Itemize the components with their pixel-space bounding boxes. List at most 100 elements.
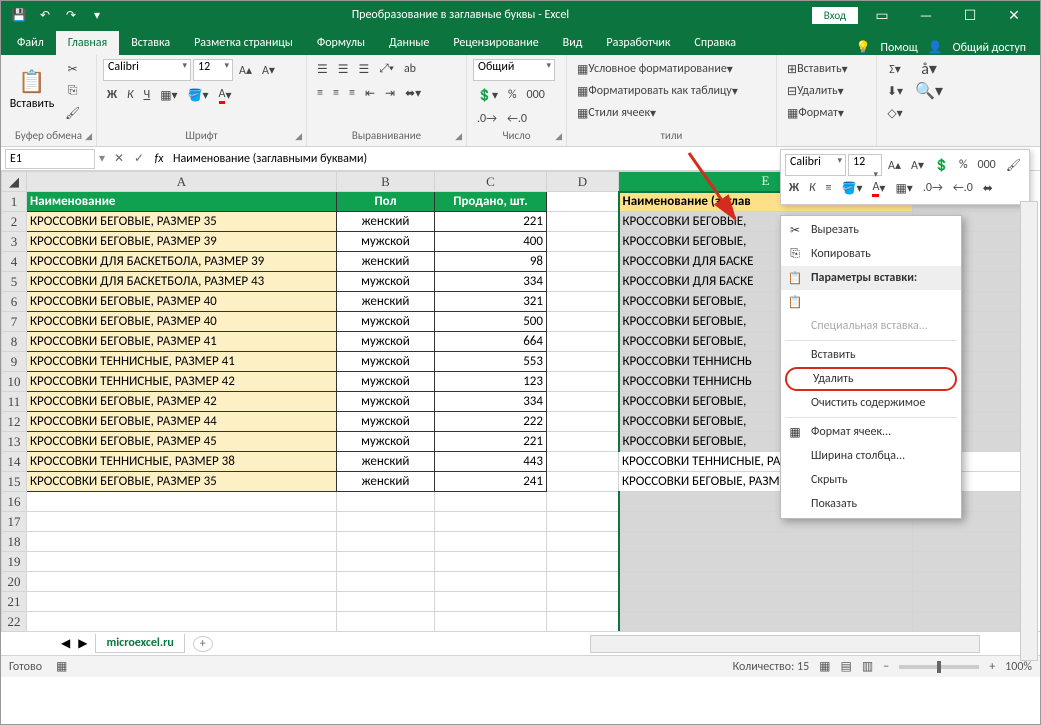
cell[interactable]: женский: [337, 452, 435, 472]
find-icon[interactable]: 🔍▾: [911, 81, 947, 101]
cell[interactable]: мужской: [337, 432, 435, 452]
cell[interactable]: [913, 532, 1023, 552]
enter-formula-icon[interactable]: ✓: [129, 151, 149, 166]
sort-filter-icon[interactable]: å▾: [911, 59, 947, 79]
cell[interactable]: Пол: [337, 192, 435, 212]
orientation-icon[interactable]: ⤢▾: [375, 59, 398, 79]
cell[interactable]: Продано, шт.: [435, 192, 547, 212]
col-header-d[interactable]: D: [547, 172, 619, 192]
mini-grow-icon[interactable]: A▴: [884, 155, 905, 175]
view-normal-icon[interactable]: ▦: [819, 659, 830, 674]
cell[interactable]: 221: [435, 432, 547, 452]
row-header[interactable]: 9: [2, 352, 27, 372]
cell[interactable]: женский: [337, 252, 435, 272]
row-header[interactable]: 17: [2, 512, 27, 532]
row-header[interactable]: 22: [2, 612, 27, 632]
cell[interactable]: [547, 512, 619, 532]
cell[interactable]: КРОССОВКИ БЕГОВЫЕ, РАЗМЕР 40: [27, 292, 337, 312]
font-color-icon[interactable]: A▾: [215, 85, 236, 105]
tab-data[interactable]: Данные: [377, 31, 441, 55]
row-header[interactable]: 18: [2, 532, 27, 552]
share-icon[interactable]: 👤: [928, 40, 943, 55]
ctx-col-width[interactable]: Ширина столбца...: [781, 444, 961, 468]
cell[interactable]: [27, 532, 337, 552]
cell[interactable]: КРОССОВКИ ТЕННИСНЫЕ, РАЗМЕР 41: [27, 352, 337, 372]
row-header[interactable]: 3: [2, 232, 27, 252]
insert-cells-button[interactable]: ⊞ Вставить▾: [783, 59, 852, 79]
cell[interactable]: [547, 252, 619, 272]
cell[interactable]: [27, 512, 337, 532]
align-bottom-icon[interactable]: ☰: [355, 59, 374, 79]
mini-align-icon[interactable]: ≡: [822, 178, 836, 198]
zoom-in-icon[interactable]: +: [989, 660, 995, 674]
cell[interactable]: 664: [435, 332, 547, 352]
cell[interactable]: 500: [435, 312, 547, 332]
cell[interactable]: [435, 492, 547, 512]
format-cells-button[interactable]: ▦ Формат▾: [783, 103, 848, 123]
row-header[interactable]: 15: [2, 472, 27, 492]
cell[interactable]: мужской: [337, 412, 435, 432]
cell[interactable]: [913, 572, 1023, 592]
mini-bold-button[interactable]: Ж: [785, 178, 803, 198]
cell[interactable]: [27, 572, 337, 592]
zoom-slider[interactable]: [899, 665, 979, 669]
indent-dec-icon[interactable]: ⇤: [361, 83, 379, 103]
cell[interactable]: [547, 232, 619, 252]
tab-insert[interactable]: Вставка: [119, 31, 182, 55]
autosum-icon[interactable]: Σ▾: [883, 59, 907, 79]
cell[interactable]: [547, 492, 619, 512]
ctx-copy[interactable]: ⎘Копировать: [781, 242, 961, 266]
row-header[interactable]: 14: [2, 452, 27, 472]
align-launcher-icon[interactable]: ◢: [455, 131, 462, 142]
cell[interactable]: 553: [435, 352, 547, 372]
copy-icon[interactable]: ⎘: [61, 81, 84, 101]
clear-icon[interactable]: ◇▾: [883, 103, 907, 123]
horizontal-scrollbar[interactable]: [590, 635, 980, 653]
tab-pagelayout[interactable]: Разметка страницы: [182, 31, 305, 55]
clipboard-launcher-icon[interactable]: ◢: [85, 131, 92, 142]
cell[interactable]: [27, 592, 337, 612]
cell[interactable]: КРОССОВКИ БЕГОВЫЕ, РАЗМЕР 40: [27, 312, 337, 332]
signin-button[interactable]: Вход: [812, 7, 858, 24]
delete-cells-button[interactable]: ⊟ Удалить▾: [783, 81, 848, 101]
row-header[interactable]: 7: [2, 312, 27, 332]
cell[interactable]: 321: [435, 292, 547, 312]
cell[interactable]: [435, 532, 547, 552]
mini-painter-icon[interactable]: 🖌: [1002, 155, 1025, 175]
new-sheet-button[interactable]: +: [193, 636, 213, 652]
mini-accounting-icon[interactable]: 💲: [930, 155, 953, 175]
cell[interactable]: [547, 332, 619, 352]
cell[interactable]: КРОССОВКИ ДЛЯ БАСКЕТБОЛА, РАЗМЕР 39: [27, 252, 337, 272]
mini-merge-icon[interactable]: ⬌: [979, 178, 997, 198]
font-size-select[interactable]: 12: [193, 59, 233, 81]
row-header[interactable]: 1: [2, 192, 27, 212]
cell[interactable]: [619, 612, 913, 632]
mini-borders-icon[interactable]: ▦▾: [891, 178, 916, 198]
cell-styles-button[interactable]: ▦ Стили ячеек▾: [573, 103, 660, 123]
row-header[interactable]: 12: [2, 412, 27, 432]
mini-size-select[interactable]: 12: [848, 154, 882, 176]
cell[interactable]: Наименование: [27, 192, 337, 212]
cell[interactable]: [27, 612, 337, 632]
cell[interactable]: [337, 492, 435, 512]
number-format-select[interactable]: Общий: [473, 59, 555, 81]
minimize-icon[interactable]: —: [906, 7, 946, 24]
row-header[interactable]: 5: [2, 272, 27, 292]
align-center-icon[interactable]: ≡: [329, 83, 343, 103]
cell[interactable]: мужской: [337, 352, 435, 372]
inc-decimal-icon[interactable]: .0→: [473, 109, 501, 129]
percent-icon[interactable]: %: [504, 85, 521, 105]
cell[interactable]: КРОССОВКИ БЕГОВЫЕ, РАЗМЕР 42: [27, 392, 337, 412]
ctx-hide[interactable]: Скрыть: [781, 468, 961, 492]
cell[interactable]: 123: [435, 372, 547, 392]
mini-font-select[interactable]: Calibri: [785, 154, 846, 176]
cell[interactable]: женский: [337, 472, 435, 492]
cell[interactable]: мужской: [337, 332, 435, 352]
shrink-font-icon[interactable]: A▾: [258, 60, 279, 80]
row-header[interactable]: 11: [2, 392, 27, 412]
cell[interactable]: [619, 532, 913, 552]
col-header-b[interactable]: B: [337, 172, 435, 192]
cell[interactable]: КРОССОВКИ ДЛЯ БАСКЕТБОЛА, РАЗМЕР 43: [27, 272, 337, 292]
cell[interactable]: [27, 492, 337, 512]
mini-fill-icon[interactable]: 🪣▾: [838, 178, 867, 198]
